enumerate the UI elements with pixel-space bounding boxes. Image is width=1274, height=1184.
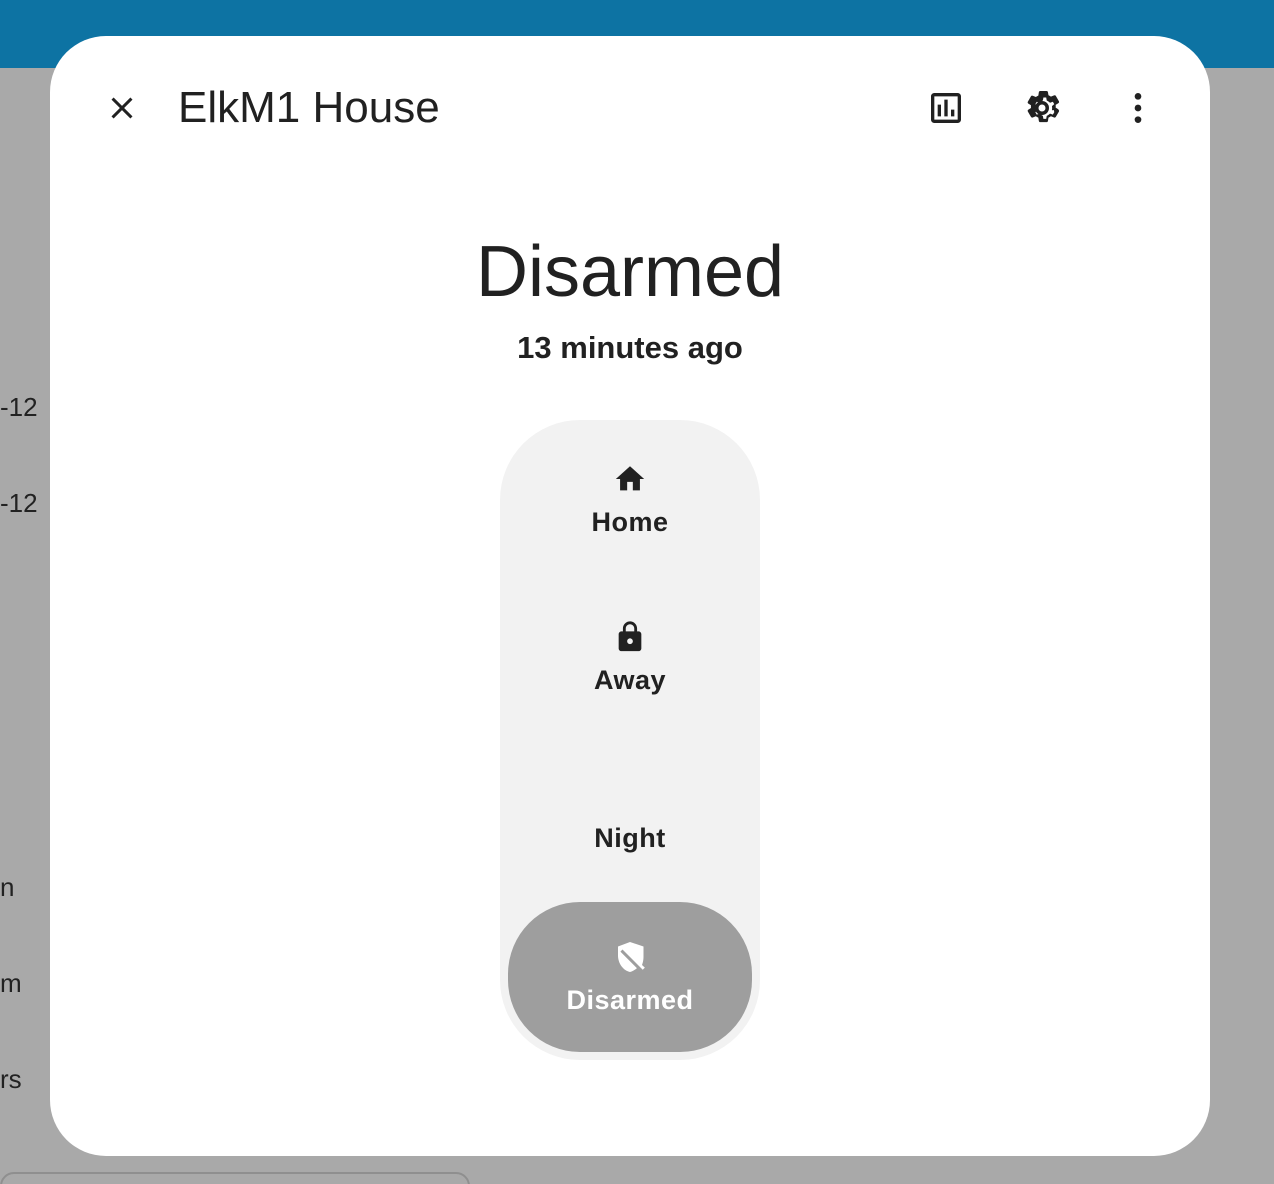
- chart-box-icon: [931, 93, 961, 123]
- history-button[interactable]: [914, 76, 978, 140]
- background-text: m: [0, 968, 22, 998]
- moon-icon: [612, 777, 648, 813]
- gear-icon: [1027, 91, 1060, 123]
- more-info-dialog: ElkM1 House Disarmed 13 minutes ago Home: [50, 36, 1210, 1156]
- more-options-button[interactable]: [1106, 76, 1170, 140]
- mode-away-button[interactable]: Away: [508, 582, 752, 732]
- last-changed-time: 13 minutes ago: [517, 330, 743, 365]
- background-text: n: [0, 872, 15, 902]
- mode-label: Home: [591, 506, 669, 537]
- mode-label: Away: [593, 664, 667, 695]
- background-text: -12: [0, 392, 38, 422]
- dots-vertical-icon: [1134, 93, 1142, 123]
- home-icon: [612, 461, 648, 497]
- alarm-mode-selector: Home Away Night Disarmed: [500, 420, 760, 1060]
- background-text: rs: [0, 1064, 22, 1094]
- close-button[interactable]: [90, 76, 154, 140]
- mode-night-button[interactable]: Night: [508, 740, 752, 890]
- mode-disarmed-button[interactable]: Disarmed: [508, 902, 752, 1052]
- settings-button[interactable]: [1010, 76, 1074, 140]
- dialog-title: ElkM1 House: [178, 83, 440, 132]
- background-text: -12: [0, 488, 38, 518]
- mode-label: Night: [594, 822, 666, 853]
- alarm-state: Disarmed: [475, 232, 785, 312]
- mode-home-button[interactable]: Home: [508, 424, 752, 574]
- mode-label: Disarmed: [566, 984, 694, 1015]
- background-card: [0, 1172, 470, 1184]
- lock-icon: [612, 619, 648, 655]
- shield-off-icon: [612, 939, 648, 975]
- close-icon: [111, 97, 133, 119]
